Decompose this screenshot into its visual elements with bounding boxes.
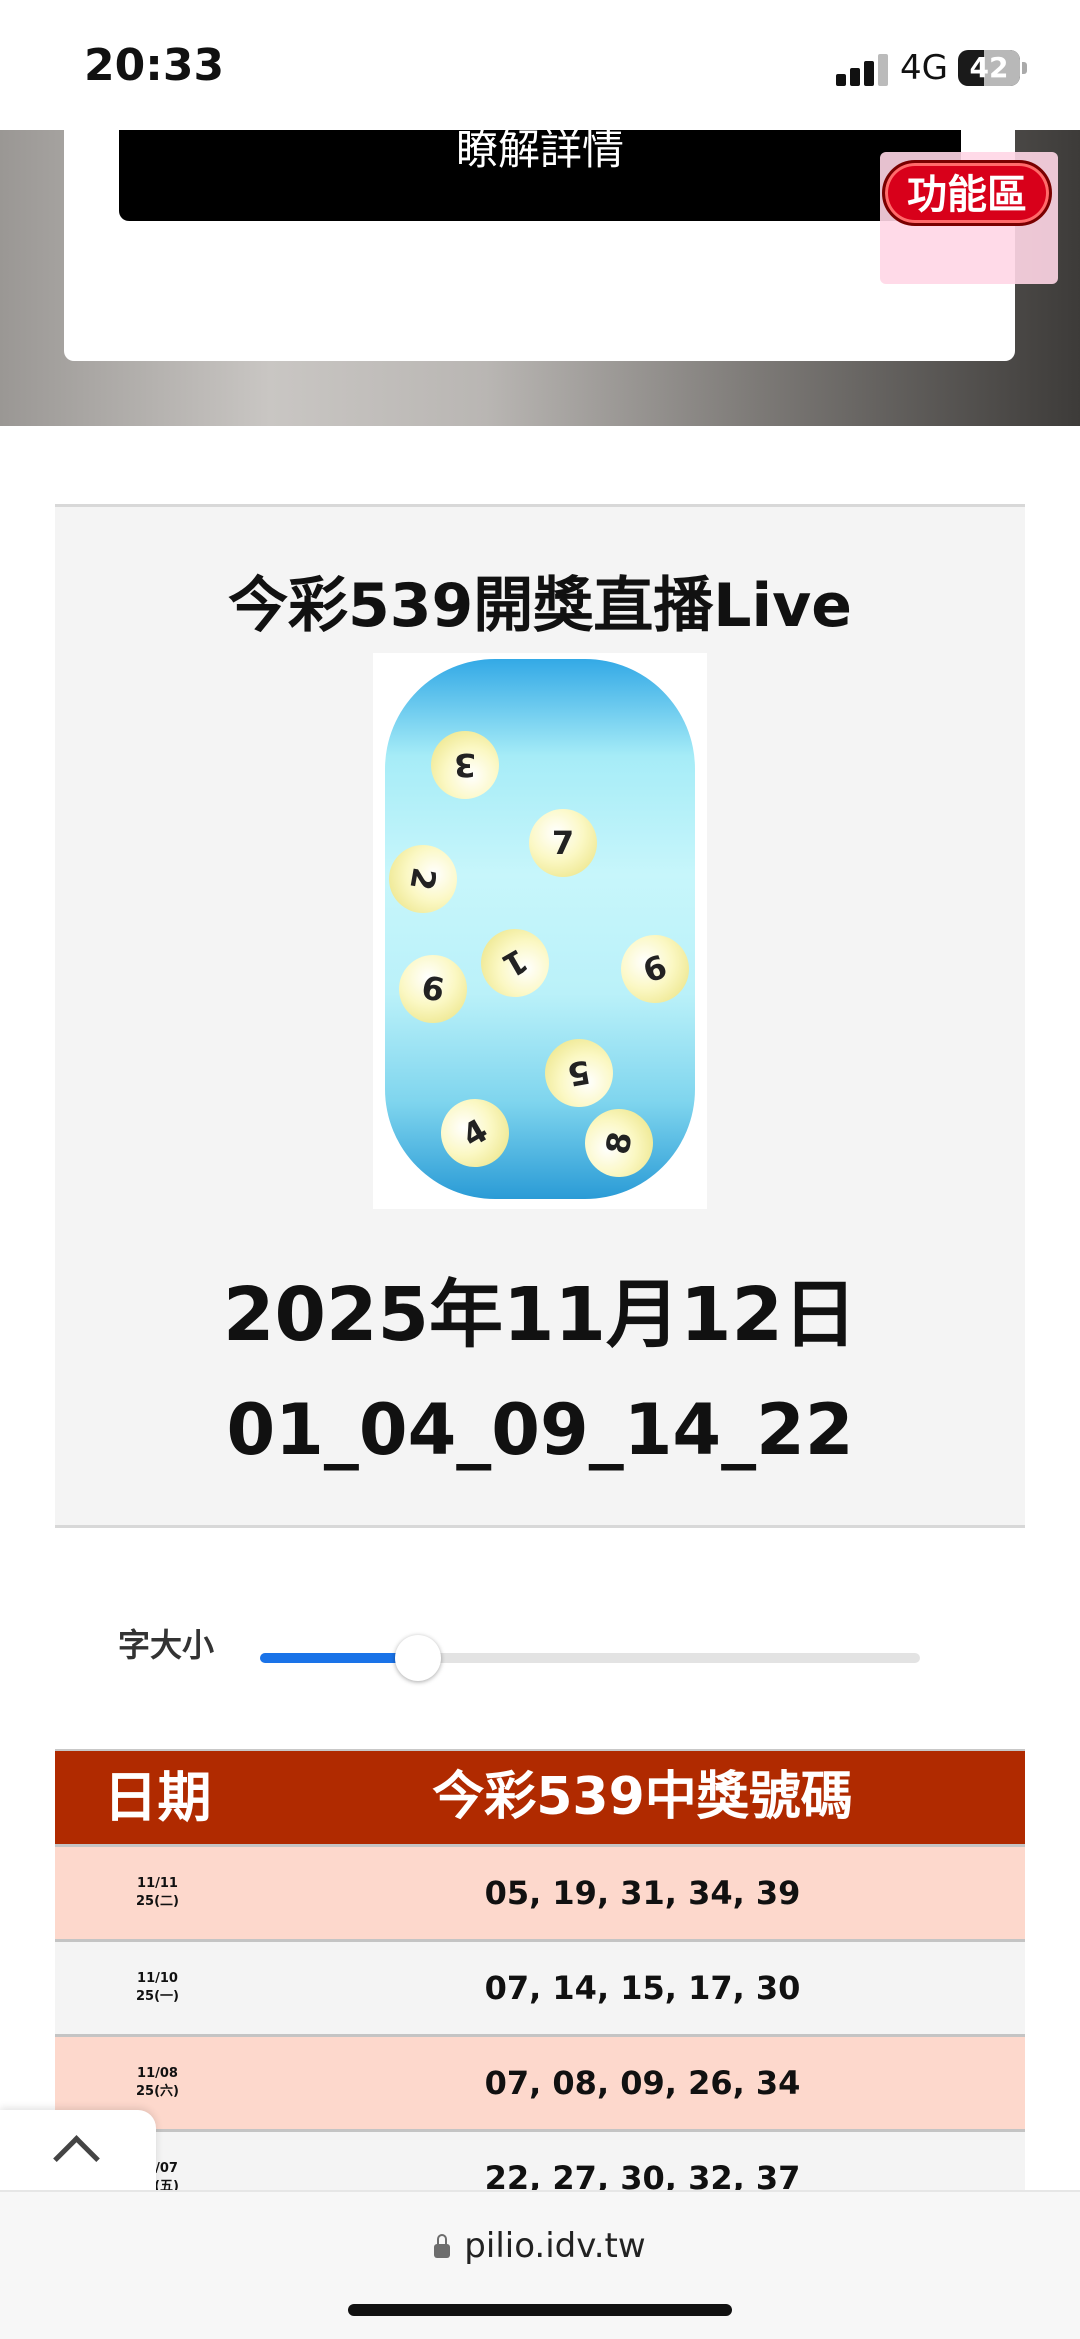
results-table: 日期 今彩539中獎號碼 11/11 25(二) 05, 19, 31, 34,… (55, 1749, 1025, 2191)
lottery-ball: 5 (539, 1033, 619, 1113)
table-row: 11/07 25(五) 22, 27, 30, 32, 37 (55, 2129, 1025, 2191)
lottery-ball: 7 (529, 809, 597, 877)
lottery-machine-image: 3 7 2 1 6 6 5 4 8 (373, 653, 707, 1209)
scroll-to-top-button[interactable] (0, 2110, 156, 2192)
live-title: 今彩539開獎直播Live (228, 571, 852, 641)
draw-numbers: 01_04_09_14_22 (226, 1389, 854, 1471)
row-date: 11/10 25(一) (136, 1971, 179, 2004)
row-date: 11/11 25(二) (136, 1876, 179, 1909)
row-numbers: 05, 19, 31, 34, 39 (484, 1874, 801, 1912)
lottery-ball: 3 (431, 731, 499, 799)
slider-thumb[interactable] (395, 1635, 442, 1681)
row-numbers: 07, 08, 09, 26, 34 (484, 2064, 801, 2102)
function-menu-button[interactable]: 功能區 (882, 160, 1052, 226)
chevron-up-icon (53, 2135, 100, 2182)
lottery-machine: 3 7 2 1 6 6 5 4 8 (383, 659, 699, 1199)
header-date: 日期 (103, 1766, 212, 1829)
address-display[interactable]: pilio.idv.tw (0, 2226, 1080, 2266)
font-size-slider[interactable] (260, 1635, 920, 1681)
battery-icon: 42 (958, 50, 1020, 86)
lottery-ball: 1 (468, 916, 562, 1010)
results-header: 日期 今彩539中獎號碼 (55, 1751, 1025, 1844)
row-numbers: 07, 14, 15, 17, 30 (484, 1969, 801, 2007)
browser-address-bar[interactable]: pilio.idv.tw (0, 2190, 1080, 2339)
status-bar: 20:33 4G 42 (0, 0, 1080, 130)
lottery-ball: 6 (393, 949, 473, 1029)
lottery-ball: 6 (611, 925, 699, 1013)
battery-tip (1022, 62, 1027, 74)
battery-percent: 42 (969, 51, 1009, 84)
network-type: 4G (900, 48, 948, 88)
url-text: pilio.idv.tw (464, 2226, 646, 2266)
font-size-label: 字大小 (118, 1626, 215, 1664)
status-time: 20:33 (84, 40, 225, 91)
row-date: 11/08 25(六) (136, 2066, 179, 2099)
header-numbers: 今彩539中獎號碼 (432, 1767, 853, 1827)
row-numbers: 22, 27, 30, 32, 37 (484, 2159, 801, 2191)
draw-date: 2025年11月12日 (223, 1272, 857, 1358)
live-draw-card: 今彩539開獎直播Live 3 7 2 1 6 6 5 4 8 2025年11月… (55, 504, 1025, 1528)
signal-icon (836, 52, 888, 86)
table-row: 11/11 25(二) 05, 19, 31, 34, 39 (55, 1844, 1025, 1939)
lock-icon (434, 2234, 451, 2258)
table-row: 11/08 25(六) 07, 08, 09, 26, 34 (55, 2034, 1025, 2129)
function-menu-widget[interactable]: 功能區 (880, 152, 1058, 284)
home-indicator (348, 2304, 732, 2316)
lottery-ball: 2 (383, 839, 463, 919)
lottery-ball: 8 (579, 1103, 659, 1183)
table-row: 11/10 25(一) 07, 14, 15, 17, 30 (55, 1939, 1025, 2034)
lottery-ball: 4 (428, 1086, 522, 1180)
learn-more-button[interactable]: 瞭解詳情 (119, 130, 961, 221)
